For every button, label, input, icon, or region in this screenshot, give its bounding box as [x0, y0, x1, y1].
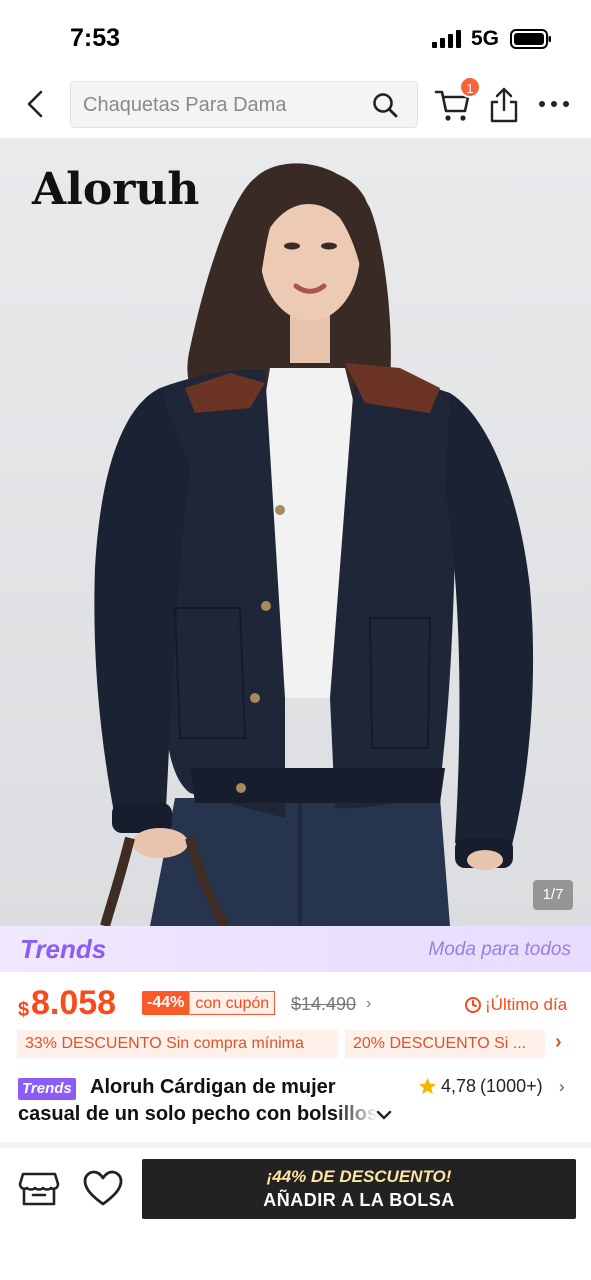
coupon-chip[interactable]: 33% DESCUENTO Sin compra mínima: [17, 1030, 338, 1058]
chevron-right-icon[interactable]: ›: [555, 1031, 562, 1054]
product-title-line2: casual de un solo pecho con bolsillos: [18, 1103, 378, 1125]
add-to-bag-promo: ¡44% DE DESCUENTO!: [266, 1167, 452, 1186]
battery-icon: [510, 29, 551, 49]
image-counter: 1/7: [533, 880, 573, 910]
trends-logo: Trends: [20, 934, 107, 964]
deadline-badge: ¡Último día: [464, 995, 567, 1015]
sale-price: 8.058: [31, 984, 117, 1022]
back-button[interactable]: [18, 86, 54, 122]
more-options-icon[interactable]: [536, 92, 572, 116]
product-title-line1: Aloruh Cárdigan de mujer: [90, 1076, 336, 1098]
rating-count: (1000+): [480, 1076, 543, 1096]
product-rating[interactable]: 4,78 (1000+): [418, 1076, 543, 1097]
cart-badge: 1: [459, 76, 481, 98]
trends-banner[interactable]: Trends Moda para todos: [0, 926, 591, 972]
discount-label: con cupón: [190, 991, 276, 1015]
status-bar: 7:53 5G: [0, 0, 591, 72]
rating-value: 4,78: [441, 1076, 477, 1096]
heart-icon[interactable]: [82, 1168, 124, 1210]
chevron-left-icon: [27, 90, 43, 118]
original-price[interactable]: $14.490: [291, 994, 356, 1015]
search-icon[interactable]: [371, 91, 399, 119]
store-icon[interactable]: [18, 1168, 60, 1210]
chevron-right-icon[interactable]: ›: [366, 995, 371, 1013]
search-input[interactable]: Chaquetas Para Dama: [70, 81, 418, 128]
add-to-bag-label: AÑADIR A LA BOLSA: [263, 1190, 455, 1210]
share-icon[interactable]: [488, 86, 520, 124]
network-type: 5G: [471, 27, 500, 50]
model-photo: [94, 163, 534, 926]
product-image[interactable]: Aloruh 1/7: [0, 138, 591, 926]
trends-badge: Trends: [18, 1078, 76, 1100]
star-icon: [418, 1077, 437, 1095]
discount-tag: -44% con cupón: [142, 991, 276, 1015]
brand-logo: Aloruh: [32, 164, 200, 215]
cell-signal-icon: [432, 30, 461, 48]
add-to-bag-button[interactable]: ¡44% DE DESCUENTO! AÑADIR A LA BOLSA: [142, 1159, 576, 1219]
deadline-text: ¡Último día: [485, 995, 568, 1014]
chevron-down-icon[interactable]: [375, 1106, 393, 1124]
status-time: 7:53: [70, 24, 121, 52]
clock-icon: [465, 997, 481, 1013]
search-placeholder: Chaquetas Para Dama: [83, 94, 287, 116]
price-currency: $: [18, 999, 30, 1021]
coupon-chip[interactable]: 20% DESCUENTO Si ...: [345, 1030, 545, 1058]
chevron-right-icon[interactable]: ›: [559, 1077, 565, 1097]
divider: [0, 1142, 591, 1148]
trends-tagline: Moda para todos: [428, 939, 571, 960]
discount-percent: -44%: [142, 991, 191, 1015]
